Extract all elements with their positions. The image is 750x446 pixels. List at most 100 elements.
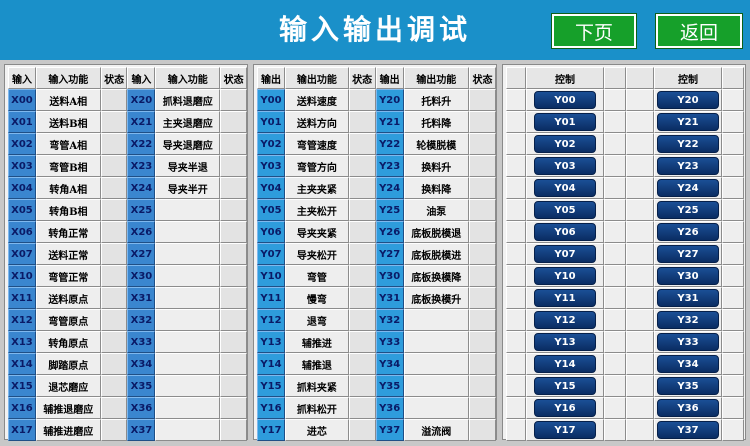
input-function: 主夹退磨应 [155,111,221,133]
input-address: X35 [127,375,156,397]
table-row: Y15 抓料夹紧 Y35 [257,375,496,397]
output-control-button[interactable]: Y21 [657,113,719,131]
output-control-button[interactable]: Y30 [657,267,719,285]
output-address: Y34 [375,353,404,375]
output-control-button[interactable]: Y03 [534,157,596,175]
table-row: Y12 Y32 [506,309,744,331]
input-function: 送料正常 [35,243,101,265]
input-address: X02 [8,133,36,155]
output-control-button[interactable]: Y00 [534,91,596,109]
output-address: Y26 [375,221,404,243]
output-control-button[interactable]: Y36 [657,399,719,417]
output-control-button[interactable]: Y34 [657,355,719,373]
output-address: Y33 [375,331,404,353]
control-spacer [506,309,526,331]
control-cell: Y01 [526,111,604,133]
next-page-button[interactable]: 下页 [551,13,637,49]
table-row: X04 转角A相 X24 导夹半开 [8,177,247,199]
output-status-indicator [468,221,496,243]
control-cell: Y30 [654,265,722,287]
control-spacer [604,287,626,309]
output-address: Y17 [257,419,286,441]
input-status-indicator [220,353,247,375]
output-address: Y13 [257,331,286,353]
control-spacer [604,177,626,199]
control-cell: Y16 [526,397,604,419]
input-status-indicator [100,199,128,221]
control-spacer [506,353,526,375]
output-control-button[interactable]: Y27 [657,245,719,263]
output-status-indicator [348,89,376,111]
output-address: Y03 [257,155,286,177]
output-header-cell: 输出功能 [285,67,349,89]
output-control-button[interactable]: Y10 [534,267,596,285]
output-control-button[interactable]: Y13 [534,333,596,351]
control-spacer [722,419,744,441]
table-row: Y16 抓料松开 Y36 [257,397,496,419]
control-spacer [506,331,526,353]
input-address: X21 [127,111,156,133]
output-control-button[interactable]: Y15 [534,377,596,395]
output-control-button[interactable]: Y26 [657,223,719,241]
output-control-button[interactable]: Y23 [657,157,719,175]
output-control-button[interactable]: Y06 [534,223,596,241]
output-status-indicator [348,177,376,199]
output-control-button[interactable]: Y05 [534,201,596,219]
control-cell: Y11 [526,287,604,309]
control-cell: Y02 [526,133,604,155]
output-control-button[interactable]: Y25 [657,201,719,219]
output-function: 弯管方向 [285,155,349,177]
output-control-button[interactable]: Y01 [534,113,596,131]
table-row: Y00 送料速度 Y20 托料升 [257,89,496,111]
control-spacer [626,221,654,243]
output-control-button[interactable]: Y12 [534,311,596,329]
output-control-button[interactable]: Y31 [657,289,719,307]
control-spacer [722,133,744,155]
table-row: Y05 主夹松开 Y25 油泵 [257,199,496,221]
output-function: 辅推进 [285,331,349,353]
input-header-cell: 输入功能 [155,67,221,89]
output-control-button[interactable]: Y33 [657,333,719,351]
table-row: Y17 进芯 Y37 溢流阀 [257,419,496,441]
table-row: X14 脚踏原点 X34 [8,353,247,375]
input-function: 送料原点 [35,287,101,309]
back-button[interactable]: 返回 [655,13,743,49]
input-status-indicator [100,309,128,331]
input-function [155,397,221,419]
output-control-button[interactable]: Y07 [534,245,596,263]
output-status-indicator [468,397,496,419]
output-control-button[interactable]: Y14 [534,355,596,373]
output-address: Y00 [257,89,286,111]
control-cell: Y14 [526,353,604,375]
output-control-button[interactable]: Y16 [534,399,596,417]
output-control-button[interactable]: Y32 [657,311,719,329]
control-cell: Y13 [526,331,604,353]
input-address: X25 [127,199,156,221]
output-status-indicator [468,265,496,287]
control-spacer [626,243,654,265]
output-control-button[interactable]: Y11 [534,289,596,307]
output-function: 送料速度 [285,89,349,111]
control-cell: Y20 [654,89,722,111]
output-control-button[interactable]: Y04 [534,179,596,197]
output-control-button[interactable]: Y35 [657,377,719,395]
output-control-button[interactable]: Y24 [657,179,719,197]
control-spacer [722,397,744,419]
input-function [155,265,221,287]
control-spacer [626,397,654,419]
output-control-button[interactable]: Y20 [657,91,719,109]
output-control-button[interactable]: Y17 [534,421,596,439]
control-spacer [604,375,626,397]
table-row: Y07 导夹松开 Y27 底板脱模进 [257,243,496,265]
input-function [155,375,221,397]
table-row: Y13 Y33 [506,331,744,353]
output-address: Y05 [257,199,286,221]
control-spacer [604,133,626,155]
output-control-button[interactable]: Y22 [657,135,719,153]
control-spacer [604,309,626,331]
output-control-button[interactable]: Y02 [534,135,596,153]
output-function: 托料升 [403,89,469,111]
output-function: 主夹夹紧 [285,177,349,199]
output-control-button[interactable]: Y37 [657,421,719,439]
input-status-indicator [100,331,128,353]
